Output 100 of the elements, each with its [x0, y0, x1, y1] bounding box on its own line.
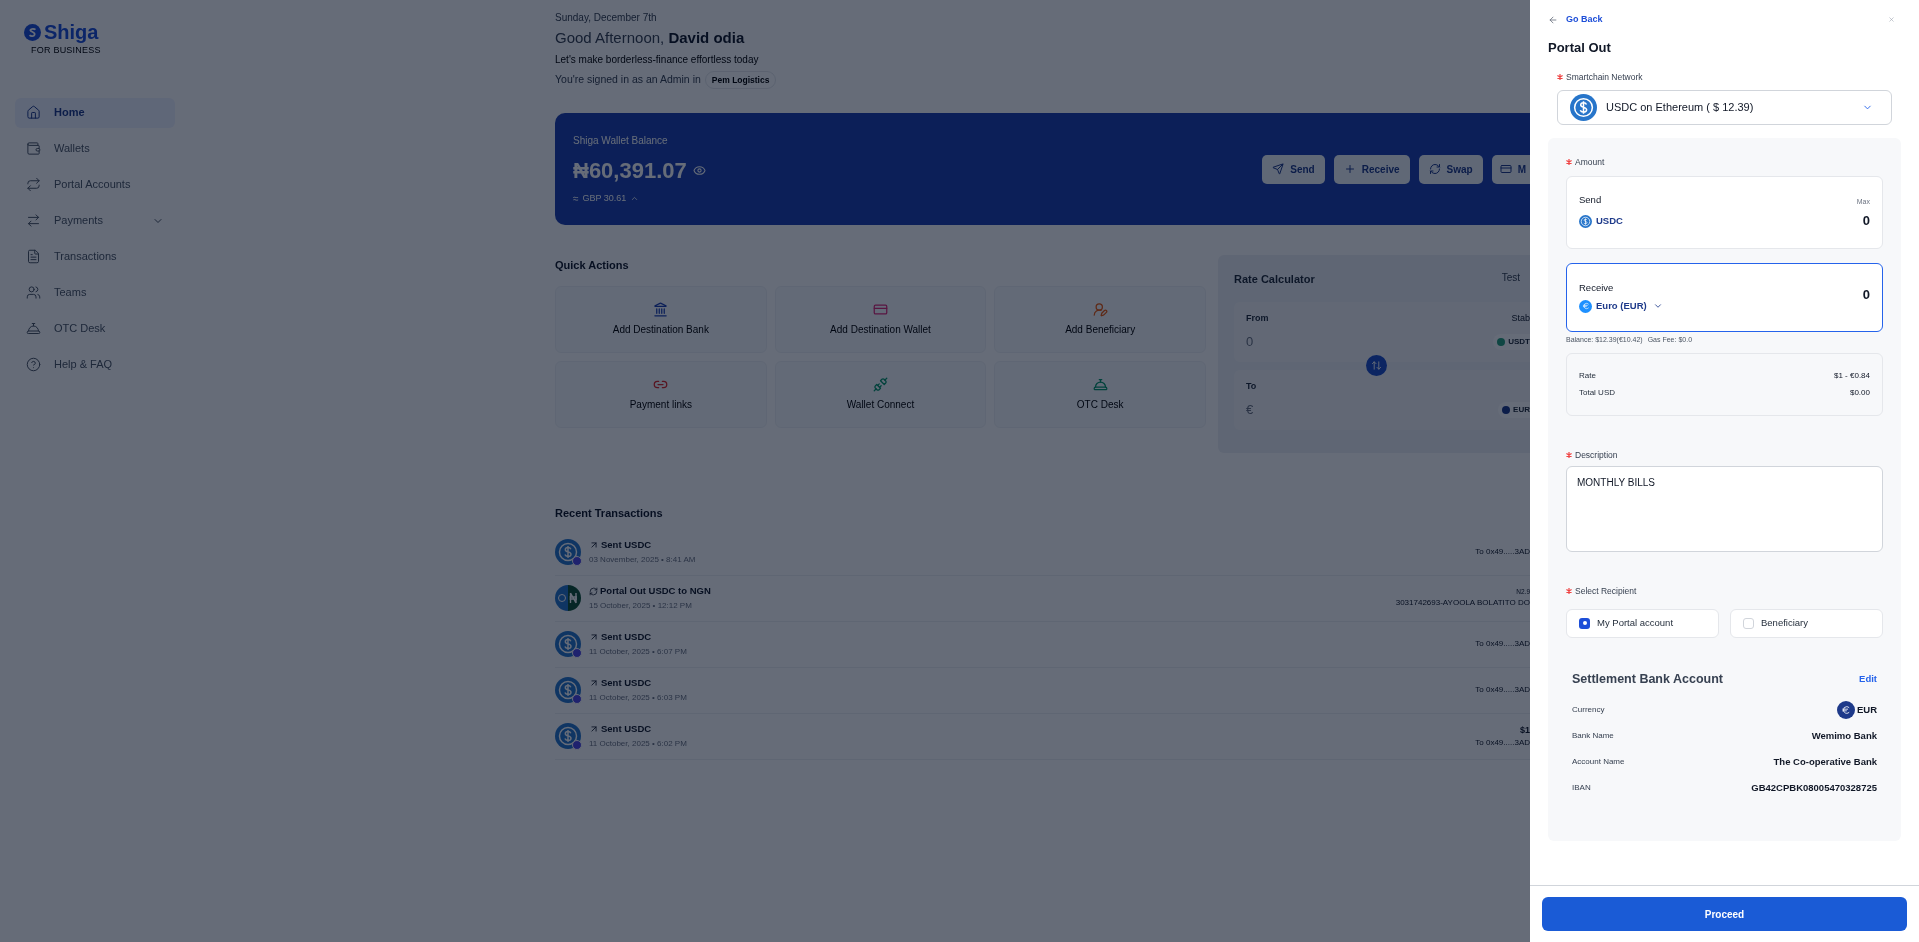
nav-icon — [26, 285, 41, 300]
detail-value: Wemimo Bank — [1811, 729, 1877, 744]
bank-icon — [653, 301, 669, 317]
summary-label: Rate — [1579, 370, 1596, 382]
back-arrow-icon — [1548, 14, 1558, 25]
wallet-label: Shiga Wallet Balance — [573, 133, 669, 148]
arrow-icon — [589, 724, 599, 735]
wallet-action-button[interactable]: Swap — [1418, 154, 1483, 184]
quick-action-tile[interactable]: Add Destination Wallet — [774, 285, 987, 353]
recipient-option[interactable]: Beneficiary — [1730, 608, 1883, 638]
status-badge-icon — [572, 740, 582, 751]
logo-wordmark: Shiga — [44, 22, 99, 42]
transaction-title: Sent USDC — [601, 538, 652, 553]
amount-field[interactable]: Receive Euro (EUR) 0 — [1566, 262, 1883, 332]
usdc-icon — [1570, 93, 1597, 121]
usdc-icon — [555, 631, 581, 658]
card-icon — [1499, 163, 1512, 176]
quick-action-tile[interactable]: Wallet Connect — [774, 360, 987, 428]
summary-value: $0.00 — [1849, 387, 1870, 399]
amount-value: 0 — [1862, 212, 1870, 231]
euro-icon — [1579, 299, 1592, 313]
logo-icon — [24, 23, 41, 41]
transaction-title: Sent USDC — [601, 630, 652, 645]
detail-label: Bank Name — [1572, 730, 1614, 743]
nav-icon — [26, 357, 41, 372]
plug-icon — [873, 376, 888, 392]
status-badge-icon — [572, 648, 582, 659]
subtitle-text: Let's make borderless-finance effortless today — [555, 52, 760, 67]
eye-icon[interactable] — [692, 163, 706, 177]
nav-item[interactable]: OTC Desk — [15, 313, 175, 344]
field-placeholder: € — [1246, 400, 1254, 419]
quick-action-tile[interactable]: Add Destination Bank — [555, 285, 767, 353]
quick-action-tile[interactable]: Add Beneficiary — [994, 285, 1206, 353]
detail-label: Currency — [1572, 704, 1605, 717]
transaction-title: Sent USDC — [601, 676, 652, 691]
nav-item[interactable]: Home — [15, 97, 175, 128]
detail-value: The Co-operative Bank — [1773, 755, 1877, 770]
card-icon — [873, 301, 888, 317]
nav-icon — [26, 249, 41, 264]
nav-icon — [26, 141, 41, 156]
nav-item[interactable]: Help & FAQ — [15, 349, 175, 380]
wallet-action-button[interactable]: Send — [1262, 154, 1325, 184]
nav-item[interactable]: Wallets — [15, 133, 175, 164]
transaction-detail: To 0x49.....3AD — [1475, 737, 1530, 749]
radio[interactable] — [1743, 617, 1754, 629]
usdc-icon — [555, 723, 581, 750]
field-label: Smartchain Network — [1566, 71, 1643, 84]
wallet-action-button[interactable]: M — [1491, 154, 1530, 184]
quick-action-tile[interactable]: Payment links — [555, 360, 767, 428]
nav-item[interactable]: Payments — [15, 205, 175, 236]
radio[interactable] — [1579, 617, 1590, 629]
arrow-icon — [589, 632, 599, 643]
back-link[interactable]: Go Back — [1548, 13, 1603, 27]
organization-chip: Pem Logistics — [704, 70, 777, 90]
currency-chip[interactable]: EUR — [1498, 401, 1530, 418]
currency-chip[interactable]: USDT — [1493, 333, 1530, 350]
equivalent-text: GBP 30.61 — [582, 191, 627, 205]
amount-value: 0 — [1862, 286, 1870, 305]
recipient-option[interactable]: My Portal account — [1566, 608, 1719, 638]
transaction-detail: 3031742693-AYOOLA BOLATITO DO — [1395, 597, 1530, 610]
status-badge-icon — [572, 556, 582, 567]
send-icon — [1272, 163, 1285, 176]
detail-label: Account Name — [1572, 756, 1625, 769]
swap-icon — [1371, 359, 1382, 371]
summary-label: Total USD — [1579, 387, 1615, 399]
wallet-action-button[interactable]: Receive — [1333, 154, 1410, 184]
field-label: Description — [1575, 449, 1618, 462]
close-icon[interactable] — [1888, 16, 1895, 24]
date-text: Sunday, December 7th — [555, 11, 658, 25]
edit-link[interactable]: Edit — [1859, 671, 1877, 686]
arrow-icon — [589, 540, 599, 551]
greeting-text: Good Afternoon, David odia — [555, 28, 746, 48]
field-hint: Stab — [1511, 312, 1530, 326]
summary-value: $1 - €0.84 — [1833, 370, 1870, 382]
bell-icon — [1092, 376, 1108, 392]
transaction-amount: $1 — [1520, 723, 1530, 737]
quick-action-tile[interactable]: OTC Desk — [994, 360, 1206, 428]
transaction-detail: To 0x49.....3AD — [1475, 684, 1530, 697]
currency-select[interactable]: USDC — [1596, 214, 1623, 229]
nav-item[interactable]: Transactions — [15, 241, 175, 272]
field-label: From — [1246, 312, 1269, 326]
usdc-naira-icon — [555, 585, 581, 612]
nav-item[interactable]: Portal Accounts — [15, 169, 175, 200]
usdc-icon — [555, 539, 581, 566]
status-badge-icon — [572, 694, 582, 705]
proceed-button[interactable]: Proceed — [1542, 897, 1907, 931]
currency-select[interactable]: Euro (EUR) — [1596, 299, 1663, 314]
nav-item[interactable]: Teams — [15, 277, 175, 308]
arrow-icon — [589, 678, 599, 689]
coin-icon — [1502, 405, 1511, 414]
field-label: To — [1246, 380, 1257, 394]
rate-tab[interactable]: Test — [1501, 270, 1520, 285]
coin-icon — [1497, 337, 1506, 346]
network-select[interactable]: USDC on Ethereum ( $ 12.39) — [1557, 89, 1892, 125]
transaction-detail: To 0x49.....3AD — [1475, 638, 1530, 651]
field-label: Receive — [1579, 280, 1614, 295]
detail-value: GB42CPBK08005470328725 — [1751, 781, 1877, 796]
description-field[interactable]: MONTHLY BILLS — [1566, 465, 1883, 552]
person-list-icon — [1092, 301, 1108, 317]
field-label: Amount — [1575, 155, 1605, 169]
